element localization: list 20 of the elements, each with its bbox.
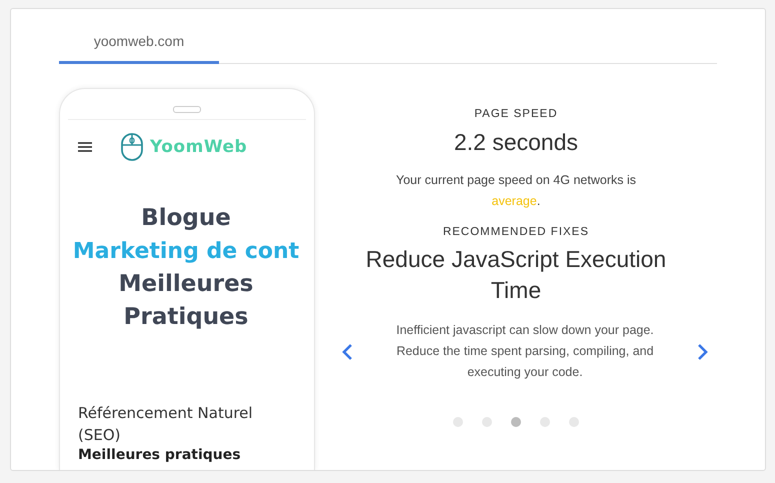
article-subtitle: Meilleures pratiques [78,446,242,464]
article-title: Référencement Naturel (SEO) [78,403,254,446]
fix-title: Reduce JavaScript Execution Time [364,245,668,305]
mouse-icon [120,132,144,162]
chevron-left-icon [341,342,353,360]
fix-description: Inefficient javascript can slow down your page. Reduce the time spent parsing, compiling, and executing your code. [395,322,655,381]
speed-note: Your current page speed on 4G networks is average. [395,172,637,210]
chevron-right-icon [697,342,709,360]
speed-value: 2.2 seconds [454,129,578,156]
heading-line: Blogue [141,204,231,233]
section-label: RECOMMENDED FIXES [442,226,590,238]
logo-text: YoomWeb [150,137,248,157]
section-label: PAGE SPEED [474,108,558,120]
page-dot[interactable] [511,417,521,427]
heading-line: Pratiques [124,303,248,332]
heading-line: Marketing de cont [72,238,300,266]
speaker-slot [173,106,201,113]
site-tab[interactable]: yoomweb.com [59,26,219,64]
menu-icon [78,142,92,152]
heading-line: Meilleures [118,270,254,299]
